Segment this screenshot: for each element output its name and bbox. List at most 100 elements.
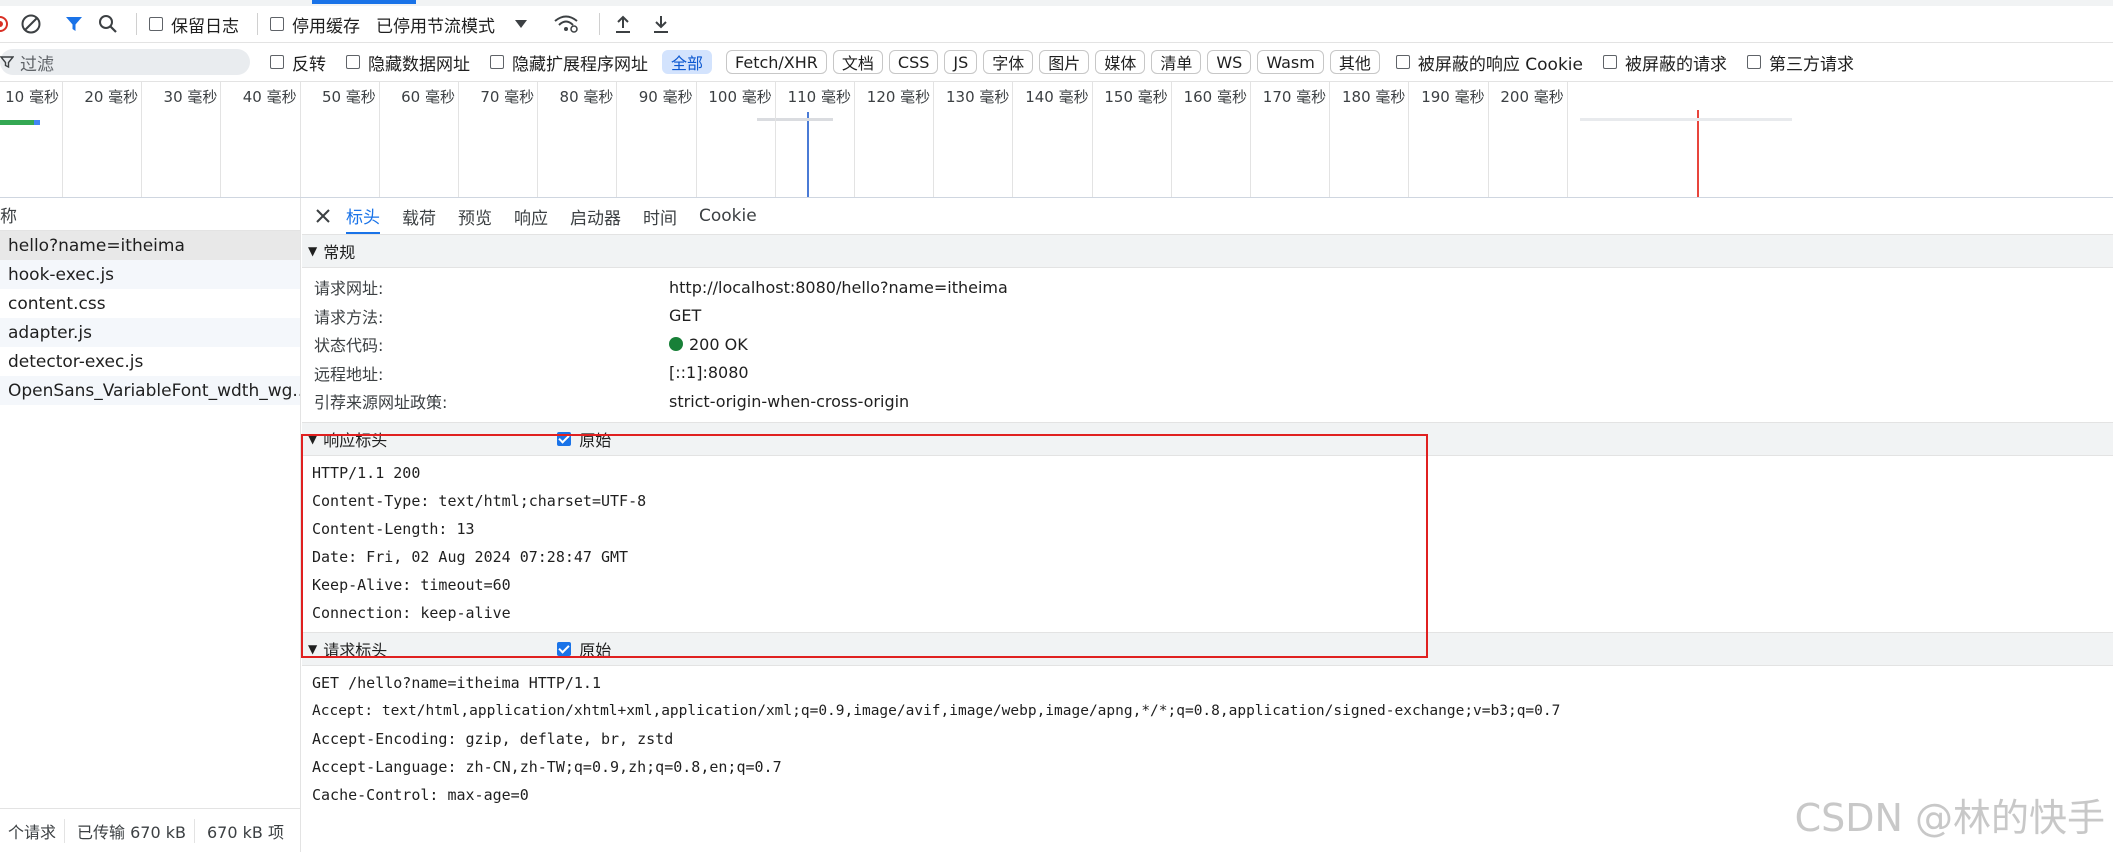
tab-response[interactable]: 响应 <box>514 198 548 234</box>
general-key: 远程地址: <box>314 364 384 384</box>
type-filter-js[interactable]: JS <box>944 50 978 74</box>
type-filter-ws[interactable]: WS <box>1207 50 1252 74</box>
general-key: 状态代码: <box>314 336 384 356</box>
hide-data-urls-checkbox[interactable]: 隐藏数据网址 <box>346 50 470 75</box>
timeline-tick-label: 140 毫秒 <box>1025 88 1089 106</box>
throttle-label: 已停用节流模式 <box>376 16 495 37</box>
blocked-cookies-checkbox[interactable]: 被屏蔽的响应 Cookie <box>1395 50 1583 75</box>
tab-initiator[interactable]: 启动器 <box>570 198 621 234</box>
checkbox-box[interactable] <box>270 55 284 69</box>
type-filter-wasm[interactable]: Wasm <box>1257 50 1324 74</box>
throttle-select[interactable]: 已停用节流模式 <box>376 12 527 37</box>
type-filter-doc[interactable]: 文档 <box>832 50 883 74</box>
search-icon[interactable] <box>98 14 118 34</box>
header-line: HTTP/1.1 200 <box>312 463 421 482</box>
request-row[interactable]: OpenSans_VariableFont_wdth_wg... <box>0 376 300 405</box>
response-raw-checkbox[interactable]: 原始 <box>557 427 611 451</box>
timeline-tick-label: 30 毫秒 <box>163 88 218 106</box>
request-row[interactable]: adapter.js <box>0 318 300 347</box>
general-row-remote: 远程地址: [::1]:8080 <box>302 359 2113 388</box>
invert-checkbox[interactable]: 反转 <box>270 50 326 75</box>
header-line: Connection: keep-alive <box>312 603 511 622</box>
request-raw-checkbox[interactable]: 原始 <box>557 637 611 661</box>
network-conditions-icon[interactable] <box>553 14 579 34</box>
type-filter-fetch[interactable]: Fetch/XHR <box>726 50 827 74</box>
close-icon[interactable] <box>316 209 330 223</box>
timeline-tick-label: 150 毫秒 <box>1104 88 1168 106</box>
timeline-bar-waiting <box>34 120 40 125</box>
response-headers-section-header[interactable]: ▼ 响应标头 原始 <box>302 421 2113 456</box>
header-line: Accept: text/html,application/xhtml+xml,… <box>312 702 1561 719</box>
request-row[interactable]: hook-exec.js <box>0 260 300 289</box>
type-filter-css[interactable]: CSS <box>888 50 939 74</box>
clear-icon[interactable] <box>20 13 42 35</box>
header-line: Date: Fri, 02 Aug 2024 07:28:47 GMT <box>312 547 629 566</box>
checkbox-box[interactable] <box>490 55 504 69</box>
timeline-range-gray <box>757 118 833 121</box>
network-toolbar: 保留日志 停用缓存 已停用节流模式 <box>0 6 2113 43</box>
upload-icon[interactable] <box>614 14 632 34</box>
download-icon[interactable] <box>652 14 670 34</box>
tab-headers[interactable]: 标头 <box>346 198 380 234</box>
funnel-icon <box>0 55 14 69</box>
preserve-log-checkbox[interactable]: 保留日志 <box>149 12 239 37</box>
network-statusbar: 个请求 已传输 670 kB 670 kB 项 <box>0 808 300 853</box>
filter-input[interactable]: 过滤 <box>0 49 250 75</box>
checkbox-box[interactable] <box>557 641 572 656</box>
timeline-tick-label: 80 毫秒 <box>559 88 614 106</box>
request-row[interactable]: content.css <box>0 289 300 318</box>
general-row-url: 请求网址: http://localhost:8080/hello?name=it… <box>302 273 2113 302</box>
request-name: hello?name=itheima <box>8 235 185 256</box>
timeline-tick-label: 120 毫秒 <box>866 88 931 106</box>
name-column-header[interactable]: 称 <box>0 198 300 231</box>
raw-label: 原始 <box>579 430 612 450</box>
request-headers-title: 请求标头 <box>323 640 388 660</box>
tab-payload[interactable]: 载荷 <box>402 198 436 234</box>
timeline-tick-label: 190 毫秒 <box>1421 88 1485 106</box>
blocked-cookies-label: 被屏蔽的响应 Cookie <box>1417 54 1583 75</box>
type-filter-img[interactable]: 图片 <box>1039 50 1090 74</box>
general-value: GET <box>669 306 702 326</box>
filter-icon[interactable] <box>64 14 84 34</box>
third-party-checkbox[interactable]: 第三方请求 <box>1746 50 1854 75</box>
tab-preview[interactable]: 预览 <box>458 198 492 234</box>
timeline-tick-label: 10 毫秒 <box>5 88 59 106</box>
timeline-marker-red <box>1697 110 1699 197</box>
request-name: adapter.js <box>8 322 92 343</box>
type-filter-other[interactable]: 其他 <box>1329 50 1380 74</box>
record-icon[interactable] <box>0 16 8 32</box>
response-headers-raw: HTTP/1.1 200 Content-Type: text/html;cha… <box>302 456 2113 632</box>
status-ok-dot-icon <box>669 337 683 352</box>
request-headers-section-header[interactable]: ▼ 请求标头 原始 <box>302 631 2113 666</box>
header-line: GET /hello?name=itheima HTTP/1.1 <box>312 673 601 692</box>
checkbox-box[interactable] <box>1746 55 1761 69</box>
type-filter-font[interactable]: 字体 <box>983 50 1034 74</box>
checkbox-box[interactable] <box>557 431 572 446</box>
detail-tabs: 标头 载荷 预览 响应 启动器 时间 Cookie <box>302 198 2113 235</box>
general-key: 请求网址: <box>314 279 384 299</box>
type-filter-media[interactable]: 媒体 <box>1095 50 1146 74</box>
general-section: 请求网址: http://localhost:8080/hello?name=it… <box>302 268 2113 422</box>
tab-timing[interactable]: 时间 <box>643 198 677 234</box>
blocked-requests-checkbox[interactable]: 被屏蔽的请求 <box>1602 50 1727 75</box>
toolbar-divider <box>136 13 137 35</box>
request-row[interactable]: detector-exec.js <box>0 347 300 376</box>
request-row[interactable]: hello?name=itheima <box>0 231 300 260</box>
checkbox-box[interactable] <box>149 17 163 31</box>
checkbox-box[interactable] <box>1395 55 1410 69</box>
general-section-header[interactable]: ▼ 常规 <box>302 235 2113 268</box>
checkbox-box[interactable] <box>270 17 284 31</box>
name-column-label: 称 <box>0 206 17 227</box>
checkbox-box[interactable] <box>346 55 360 69</box>
checkbox-box[interactable] <box>1602 55 1617 69</box>
type-filter-all[interactable]: 全部 <box>662 50 713 74</box>
disable-cache-checkbox[interactable]: 停用缓存 <box>270 12 360 37</box>
timeline-marker-blue <box>807 112 809 197</box>
timeline-overview[interactable]: 10 毫秒 20 毫秒 30 毫秒 40 毫秒 50 毫秒 60 毫秒 70 毫秒 80 毫秒… <box>0 82 2113 198</box>
hide-ext-urls-checkbox[interactable]: 隐藏扩展程序网址 <box>490 50 648 75</box>
general-value: [::1]:8080 <box>669 363 749 383</box>
triangle-down-icon: ▼ <box>308 641 318 656</box>
preserve-log-label: 保留日志 <box>171 16 239 37</box>
tab-cookies[interactable]: Cookie <box>699 198 757 234</box>
type-filter-manifest[interactable]: 清单 <box>1151 50 1202 74</box>
